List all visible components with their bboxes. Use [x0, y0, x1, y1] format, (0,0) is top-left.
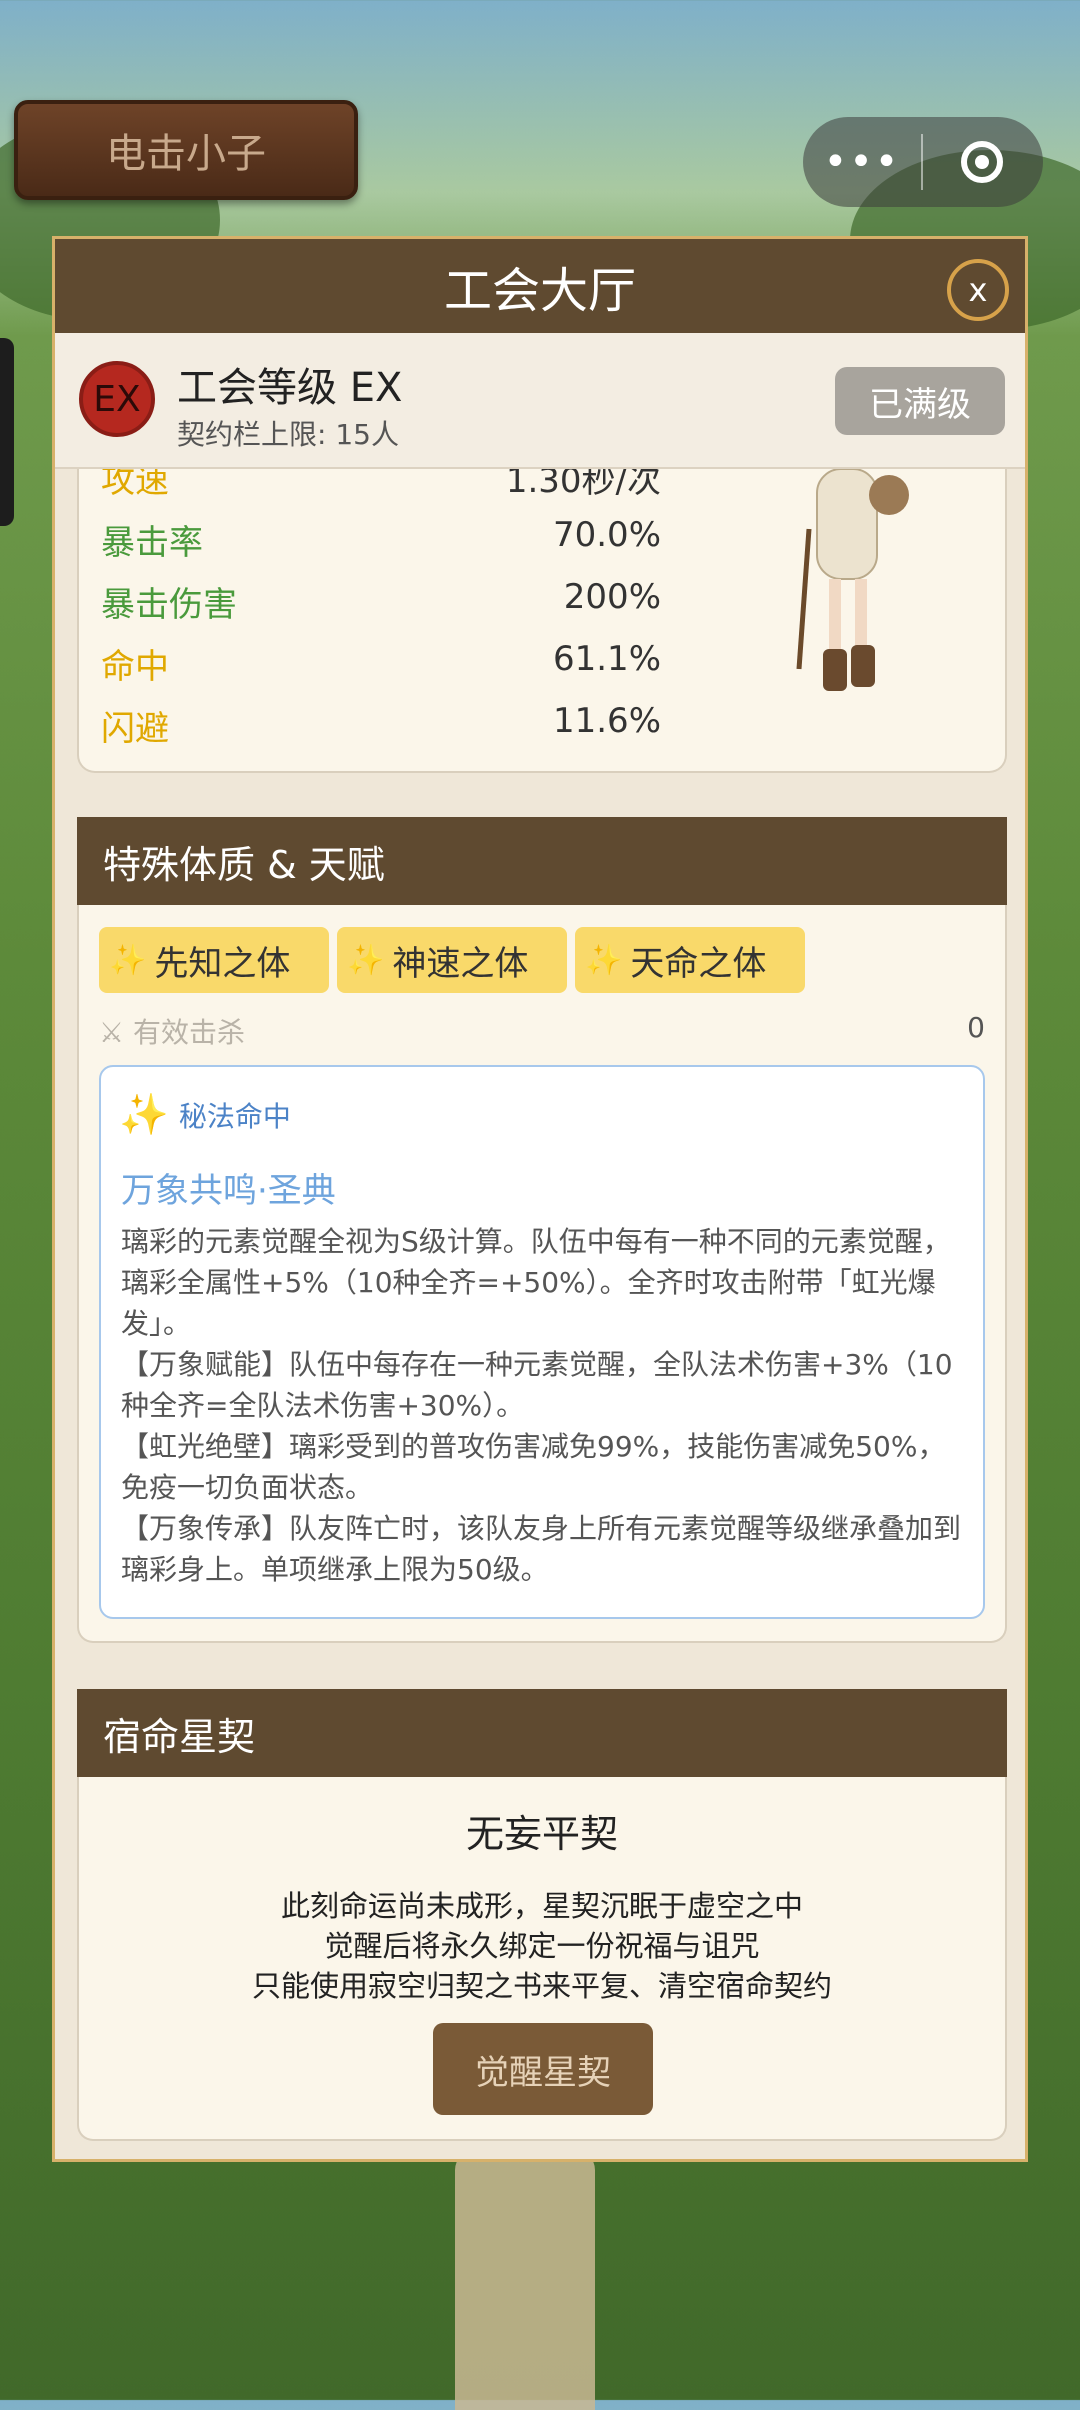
crossed-swords-icon: ⚔: [99, 1016, 125, 1049]
talents-section: ✨ 先知之体 ✨ 神速之体 ✨ 天命之体 ⚔ 有效击杀 0 ✨ 秘法命中 万象共…: [77, 905, 1007, 1643]
app-name: 电击小子: [106, 131, 266, 177]
more-dots-icon[interactable]: •••: [803, 117, 921, 207]
stat-value: 1.30秒/次: [505, 469, 661, 501]
stat-name: 命中: [101, 647, 169, 687]
skill-desc-paragraph: 【万象传承】队友阵亡时，该队友身上所有元素觉醒等级继承叠加到璃彩身上。单项继承上…: [121, 1512, 962, 1586]
guild-level-row: EX 工会等级 EX 契约栏上限: 15人 已满级: [55, 333, 1025, 469]
skill-desc-paragraph: 【万象赋能】队伍中每存在一种元素觉醒，全队法术伤害+3%（10种全齐=全队法术伤…: [121, 1348, 953, 1422]
skill-card: ✨ 秘法命中 万象共鸣·圣典 璃彩的元素觉醒全视为S级计算。队伍中每有一种不同的…: [99, 1065, 985, 1619]
guild-level-title: 工会等级 EX: [177, 365, 403, 411]
fate-section: 无妄平契 此刻命运尚未成形，星契沉眠于虚空之中 觉醒后将永久绑定一份祝福与诅咒 …: [77, 1777, 1007, 2141]
stat-name: 攻速: [101, 469, 169, 501]
talent-tag-label: 神速之体: [392, 943, 529, 984]
mini-program-capsule: •••: [803, 117, 1043, 207]
stat-name: 闪避: [101, 709, 169, 749]
bg-path: [455, 2150, 595, 2410]
fate-line: 此刻命运尚未成形，星契沉眠于虚空之中: [280, 1889, 803, 1923]
skill-desc-paragraph: 璃彩的元素觉醒全视为S级计算。队伍中每有一种不同的元素觉醒，璃彩全属性+5%（1…: [121, 1225, 951, 1340]
kill-count-row: ⚔ 有效击杀 0: [99, 1011, 985, 1051]
stat-value: 11.6%: [552, 701, 661, 741]
skill-category-label: 秘法命中: [178, 1099, 291, 1133]
target-icon: [961, 141, 1003, 183]
fate-header: 宿命星契: [77, 1689, 1007, 1777]
panel-header: 工会大厅 x: [55, 239, 1025, 333]
talent-tag[interactable]: ✨ 神速之体: [337, 927, 567, 993]
kill-label: 有效击杀: [133, 1016, 246, 1049]
stats-card: 攻速 1.30秒/次 暴击率 70.0% 暴击伤害 200% 命中 61.1% …: [77, 469, 1007, 773]
sparkle-icon: ✨: [347, 942, 385, 978]
panel-title: 工会大厅: [443, 263, 636, 319]
kill-count: 0: [967, 1011, 985, 1044]
guild-hall-panel: 工会大厅 x EX 工会等级 EX 契约栏上限: 15人 已满级 攻速 1.30…: [52, 236, 1028, 2162]
contract-limit: 契约栏上限: 15人: [177, 418, 399, 451]
close-button[interactable]: x: [947, 259, 1009, 321]
skill-category: ✨ 秘法命中: [119, 1091, 291, 1138]
talents-header: 特殊体质 & 天赋: [77, 817, 1007, 905]
fate-title: 无妄平契: [465, 1812, 618, 1856]
sparkle-icon: ✨: [119, 1092, 169, 1138]
sparkle-icon: ✨: [585, 942, 623, 978]
stat-name: 暴击伤害: [101, 585, 237, 625]
skill-name: 万象共鸣·圣典: [121, 1171, 336, 1211]
talent-tag-label: 天命之体: [630, 943, 767, 984]
stat-value: 61.1%: [552, 639, 661, 679]
app-name-sign: 电击小子: [14, 100, 358, 200]
talent-tag[interactable]: ✨ 先知之体: [99, 927, 329, 993]
side-tab[interactable]: [0, 338, 14, 526]
stat-name: 暴击率: [101, 523, 203, 563]
sparkle-icon: ✨: [109, 942, 147, 978]
talent-tag[interactable]: ✨ 天命之体: [575, 927, 805, 993]
fate-line: 觉醒后将永久绑定一份祝福与诅咒: [324, 1929, 760, 1963]
max-level-button[interactable]: 已满级: [835, 367, 1005, 435]
talent-tag-label: 先知之体: [154, 943, 291, 984]
character-illustration: [796, 469, 909, 691]
close-program-button[interactable]: [923, 141, 1041, 183]
skill-description: 璃彩的元素觉醒全视为S级计算。队伍中每有一种不同的元素觉醒，璃彩全属性+5%（1…: [121, 1221, 971, 1590]
fate-line: 只能使用寂空归契之书来平复、清空宿命契约: [251, 1969, 832, 2003]
stat-value: 200%: [563, 577, 661, 617]
awaken-star-contract-button[interactable]: 觉醒星契: [433, 2023, 653, 2115]
skill-desc-paragraph: 【虹光绝壁】璃彩受到的普攻伤害减免99%，技能伤害减免50%，免疫一切负面状态。: [121, 1430, 946, 1504]
stat-value: 70.0%: [552, 515, 661, 555]
ex-badge: EX: [79, 361, 155, 437]
